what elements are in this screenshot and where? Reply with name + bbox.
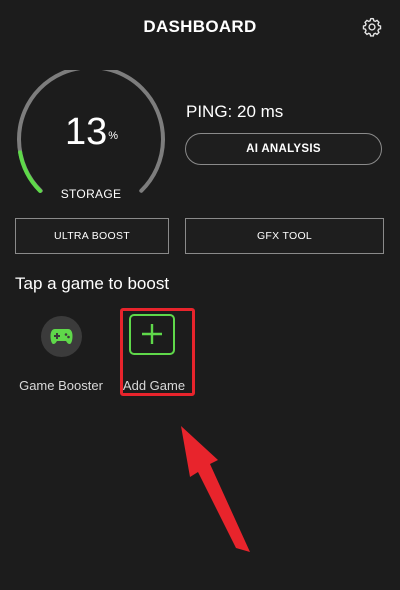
storage-unit: %: [108, 130, 119, 142]
ping-readout: PING: 20 ms: [186, 102, 284, 121]
highlight-box: [120, 308, 195, 396]
storage-value-number: 13: [64, 111, 108, 153]
settings-gear-icon[interactable]: [361, 16, 383, 38]
storage-gauge: 13% STORAGE: [10, 70, 172, 210]
header-title: DASHBOARD: [143, 17, 257, 36]
game-tile-game-booster[interactable]: Game Booster: [11, 314, 111, 398]
gauge-fill: [18, 150, 43, 193]
storage-value: 13%: [10, 112, 172, 152]
ultra-boost-button[interactable]: ULTRA BOOST: [15, 218, 169, 254]
storage-label: STORAGE: [60, 187, 122, 201]
gfx-tool-button[interactable]: GFX TOOL: [185, 218, 384, 254]
ai-analysis-button[interactable]: AI ANALYSIS: [185, 133, 382, 165]
games-section-heading: Tap a game to boost: [15, 274, 170, 293]
game-tile-label: Game Booster: [19, 378, 103, 393]
gamepad-icon: [41, 316, 82, 357]
